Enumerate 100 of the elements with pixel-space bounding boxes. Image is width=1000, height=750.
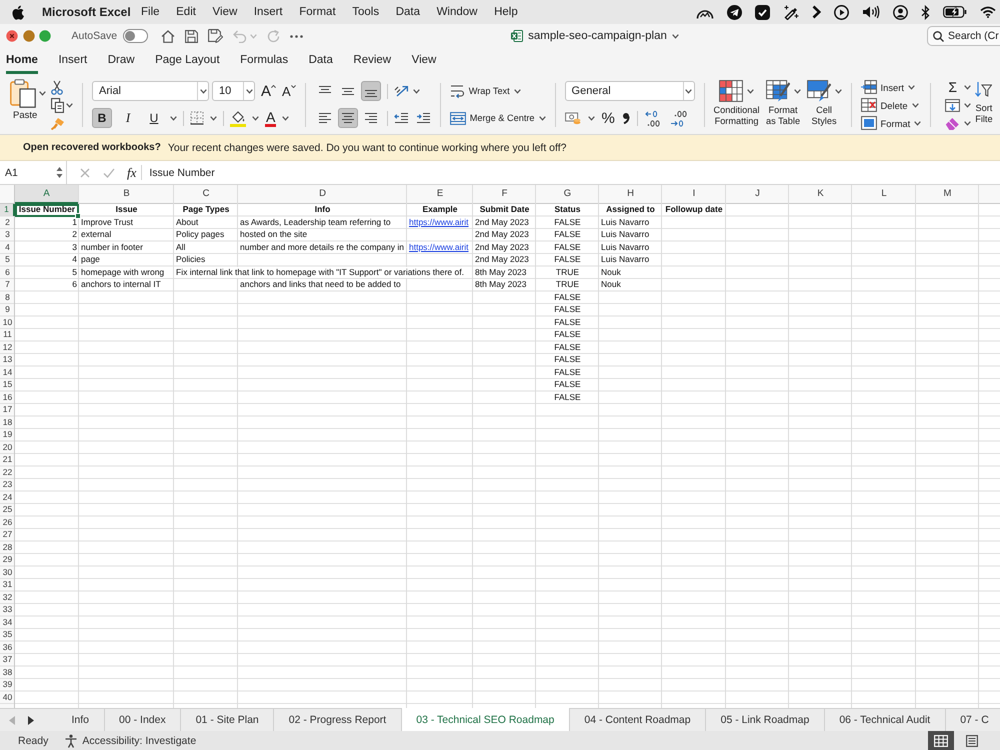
table-brush-icon[interactable] <box>766 80 790 102</box>
paste-button[interactable]: Paste <box>8 79 46 131</box>
column-header[interactable]: F <box>473 185 536 204</box>
row-header[interactable]: 32 <box>0 592 15 604</box>
clipboard-icon[interactable] <box>10 79 36 108</box>
decrease-decimal-icon[interactable] <box>670 110 688 126</box>
sheet-tab[interactable]: 03 - Technical SEO Roadmap <box>402 708 570 731</box>
font-name-field[interactable]: Arial <box>92 81 209 101</box>
column-header[interactable]: B <box>79 185 174 204</box>
grid-icon[interactable] <box>934 734 948 746</box>
caret-down-icon[interactable] <box>290 84 296 88</box>
colored-grid-icon[interactable] <box>719 80 744 102</box>
caret-icon[interactable] <box>964 84 972 90</box>
font-size-field[interactable]: 10 <box>212 81 255 101</box>
ribbon-tab[interactable]: Formulas <box>240 50 288 74</box>
normal-view-button[interactable] <box>928 731 954 750</box>
row-header[interactable]: 14 <box>0 366 15 379</box>
sort-filter-button[interactable]: Sort Filte <box>975 74 993 131</box>
row-header[interactable]: 3 <box>0 229 15 242</box>
row-header[interactable]: 19 <box>0 429 15 442</box>
wrap-text-button[interactable]: Wrap Text <box>450 81 546 101</box>
row-header[interactable]: 35 <box>0 629 15 642</box>
fill-handle-icon[interactable] <box>75 213 81 219</box>
row-header[interactable]: 23 <box>0 479 15 492</box>
font-color-button[interactable]: A <box>265 108 276 128</box>
row-header[interactable]: 2 <box>0 216 15 229</box>
autosave-toggle[interactable] <box>123 29 148 43</box>
save-icon[interactable] <box>185 30 198 42</box>
menu-item[interactable]: View <box>204 6 246 18</box>
row-header[interactable]: 13 <box>0 354 15 366</box>
caret-icon[interactable] <box>246 88 252 94</box>
align-bottom-button[interactable] <box>360 81 381 101</box>
caret-icon[interactable] <box>588 116 595 120</box>
shrink-font-button[interactable]: A <box>282 82 296 100</box>
paper-plane-icon[interactable] <box>727 4 742 20</box>
borders-icon[interactable] <box>190 111 204 125</box>
row-header[interactable]: 8 <box>0 292 15 304</box>
column-header[interactable]: E <box>407 185 473 204</box>
apple-icon[interactable] <box>12 4 24 20</box>
caret-icon[interactable] <box>200 88 206 94</box>
check-icon[interactable] <box>103 168 115 178</box>
column-header[interactable]: J <box>726 185 789 204</box>
row-header[interactable]: 20 <box>0 442 15 454</box>
align-right-icon[interactable] <box>364 112 378 124</box>
eraser-icon[interactable] <box>945 116 960 130</box>
menu-item[interactable]: File <box>132 6 168 18</box>
cell-link[interactable]: https://www.airit <box>409 216 469 226</box>
bluetooth-icon[interactable] <box>921 4 930 20</box>
caret-icon[interactable] <box>282 116 290 120</box>
row-header[interactable]: 37 <box>0 654 15 666</box>
insert-button[interactable]: Insert <box>860 79 922 95</box>
search-field[interactable]: Search (Cr <box>927 26 1000 46</box>
conditional-formatting-button[interactable]: Conditional Formatting <box>714 80 760 127</box>
percent-button[interactable]: % <box>602 110 615 126</box>
caret-icon[interactable] <box>747 88 754 94</box>
row-header[interactable]: 31 <box>0 579 15 592</box>
caret-icon[interactable] <box>964 102 972 108</box>
home-icon[interactable] <box>161 30 176 42</box>
row-header[interactable]: 27 <box>0 529 15 542</box>
chevron-icon[interactable] <box>812 5 821 19</box>
merge-cells-icon[interactable] <box>450 112 466 124</box>
row-header[interactable]: 34 <box>0 616 15 629</box>
row-header[interactable]: 7 <box>0 279 15 292</box>
ribbon-tab[interactable]: View <box>412 50 436 74</box>
row-header[interactable]: 30 <box>0 566 15 579</box>
app-menu[interactable]: Microsoft Excel <box>42 5 131 19</box>
row-header[interactable]: 36 <box>0 642 15 654</box>
row-header[interactable]: 4 <box>0 242 15 254</box>
row-header[interactable]: 22 <box>0 466 15 479</box>
caret-icon[interactable] <box>908 84 915 90</box>
row-header[interactable]: 29 <box>0 554 15 566</box>
banknote-icon[interactable] <box>564 112 581 124</box>
caret-icon[interactable] <box>39 91 46 96</box>
column-header[interactable]: H <box>599 185 662 204</box>
row-header[interactable]: 25 <box>0 504 15 516</box>
ribbon-tab[interactable]: Review <box>353 50 392 74</box>
row-header[interactable]: 16 <box>0 392 15 404</box>
caret-icon[interactable] <box>964 120 972 126</box>
row-header[interactable]: 1 <box>0 204 15 216</box>
column-header[interactable]: M <box>916 185 979 204</box>
format-button[interactable]: Format <box>860 115 922 131</box>
wifi-icon[interactable] <box>980 6 996 18</box>
floppy-pencil-icon[interactable] <box>208 29 224 43</box>
minimize-icon[interactable] <box>22 30 34 42</box>
caret-icon[interactable] <box>672 34 679 38</box>
indent-icon[interactable] <box>416 112 431 124</box>
menu-item[interactable]: Edit <box>168 6 204 18</box>
menu-item[interactable]: Tools <box>344 6 388 18</box>
zoom-icon[interactable] <box>39 30 51 42</box>
caret-icon[interactable] <box>794 88 801 94</box>
merge-button[interactable]: Merge & Centre <box>450 108 546 128</box>
paint-bucket-icon[interactable] <box>230 110 246 126</box>
menu-item[interactable]: Data <box>387 6 428 18</box>
diagonal-arrow-icon[interactable] <box>394 84 410 98</box>
accessibility-button[interactable]: Accessibility: Investigate <box>64 734 196 748</box>
ribbon-tab[interactable]: Draw <box>108 50 135 74</box>
caret-icon[interactable] <box>210 116 217 120</box>
scissors-icon[interactable] <box>51 80 63 95</box>
underline-button[interactable]: U <box>144 108 164 128</box>
caret-icon[interactable] <box>912 102 919 108</box>
